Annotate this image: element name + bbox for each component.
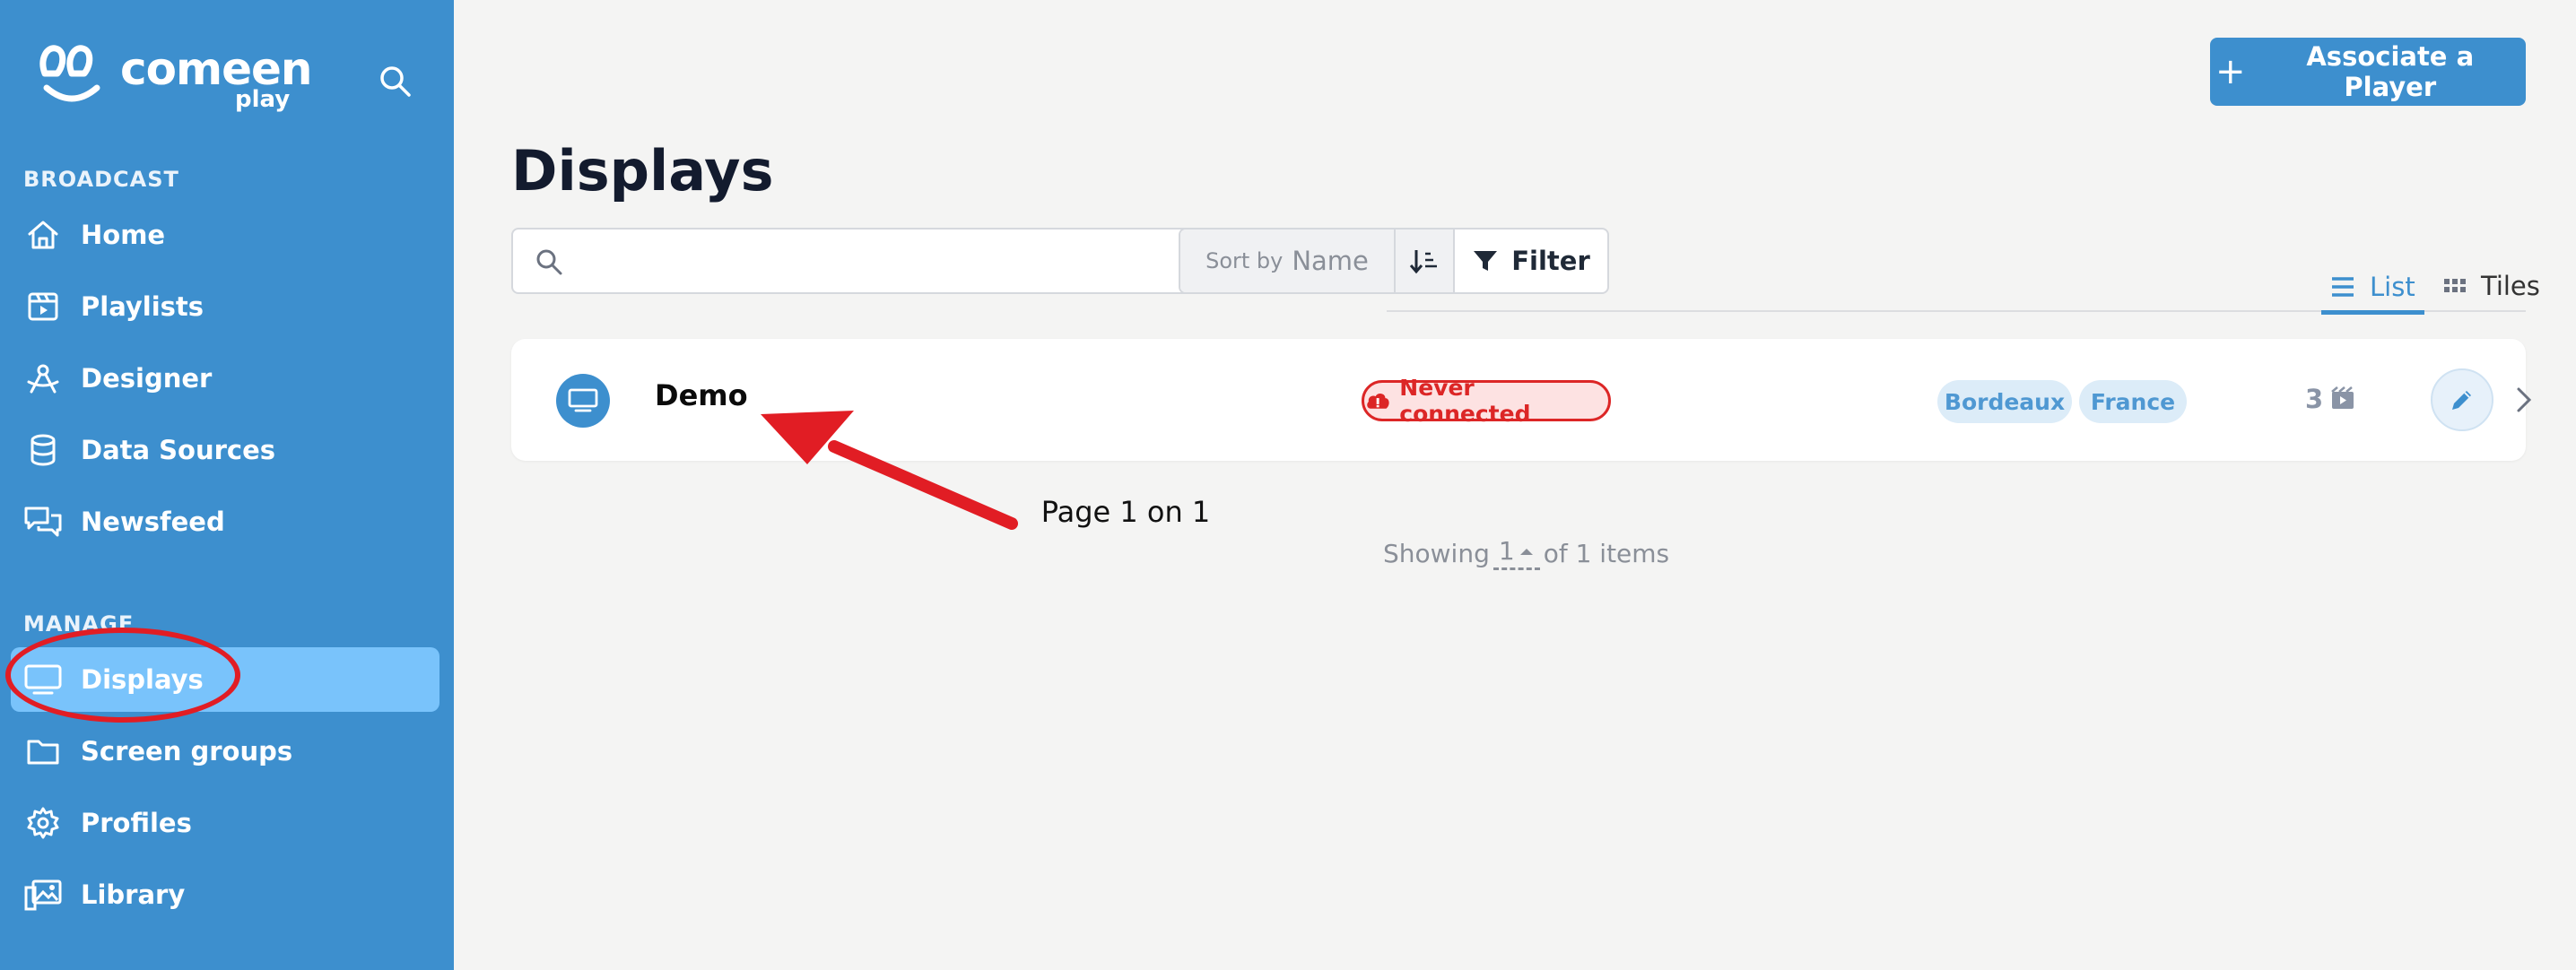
sidebar-item-profiles[interactable]: Profiles — [11, 791, 439, 855]
sidebar-item-label: Profiles — [81, 808, 192, 838]
sidebar-search-button[interactable] — [377, 63, 414, 100]
section-label-broadcast: BROADCAST — [23, 167, 179, 192]
sidebar-item-library[interactable]: Library — [11, 862, 439, 927]
folder-icon — [27, 740, 59, 765]
sidebar-item-label: Newsfeed — [81, 507, 225, 537]
sidebar-item-label: Designer — [81, 363, 213, 394]
search-field[interactable] — [511, 228, 1207, 294]
grid-icon — [2444, 279, 2466, 292]
search-input[interactable] — [576, 238, 1189, 285]
list-icon — [2332, 277, 2354, 297]
sort-prefix: Sort by — [1205, 248, 1284, 273]
database-icon — [30, 434, 56, 466]
page-size-select[interactable]: 1 — [1493, 536, 1540, 570]
monitor-icon — [24, 664, 62, 695]
status-label: Never connected — [1399, 375, 1531, 427]
tag-france: France — [2079, 380, 2187, 423]
sidebar-item-playlists[interactable]: Playlists — [11, 274, 439, 339]
associate-player-label: Associate a Player — [2306, 41, 2475, 102]
sort-value: Name — [1292, 246, 1369, 276]
pager-summary: Showing 1 of 1 items — [1383, 536, 1669, 570]
pager-title: Page 1 on 1 — [454, 495, 2576, 529]
gear-icon — [27, 807, 59, 839]
sidebar-item-screen-groups[interactable]: Screen groups — [11, 719, 439, 784]
status-badge: Never connected — [1362, 375, 1611, 427]
section-label-manage: MANAGE — [23, 611, 135, 637]
sidebar-item-label: Data Sources — [81, 435, 276, 465]
tab-tiles-label: Tiles — [2481, 271, 2540, 301]
images-icon — [24, 879, 62, 911]
sidebar: comeen play BROADCAST Home Playlists Des… — [0, 0, 454, 970]
pencil-icon — [2452, 391, 2471, 410]
playlist-icon — [28, 292, 58, 321]
tab-list[interactable]: List — [2321, 264, 2424, 315]
table-row[interactable]: Demo Never connected Bordeaux France 3 — [511, 339, 2532, 461]
playlist-count: 3 — [2305, 384, 2357, 414]
tab-list-label: List — [2370, 272, 2415, 302]
designer-icon — [27, 364, 59, 394]
playlist-count-value: 3 — [2305, 384, 2324, 414]
search-icon — [380, 66, 411, 97]
sidebar-item-designer[interactable]: Designer — [11, 346, 439, 411]
sidebar-item-label: Library — [81, 879, 186, 910]
pager-showing-suffix: of 1 items — [1543, 538, 1670, 568]
comeen-logo-icon — [39, 45, 100, 102]
sidebar-item-newsfeed[interactable]: Newsfeed — [11, 489, 439, 554]
monitor-icon — [556, 374, 610, 428]
cloud-alert-icon — [1367, 393, 1389, 409]
caret-up-icon — [1519, 548, 1533, 555]
sidebar-item-displays[interactable]: Displays — [11, 647, 439, 712]
sidebar-item-data-sources[interactable]: Data Sources — [11, 418, 439, 482]
pager-showing-prefix: Showing — [1383, 538, 1490, 568]
sidebar-item-label: Screen groups — [81, 736, 293, 766]
edit-button[interactable] — [2431, 368, 2493, 431]
display-name[interactable]: Demo — [655, 378, 748, 412]
tag-bordeaux: Bordeaux — [1937, 380, 2072, 423]
search-icon — [536, 249, 562, 275]
chevron-right-icon[interactable] — [2513, 384, 2535, 416]
main-content: + Associate a Player Displays Sort by Na… — [454, 0, 2576, 970]
page-size-value: 1 — [1498, 536, 1515, 566]
sidebar-item-home[interactable]: Home — [11, 203, 439, 267]
playlist-icon — [2331, 386, 2354, 409]
chat-icon — [24, 507, 62, 537]
plus-icon: + — [2215, 51, 2246, 92]
pager-title-text: Page 1 on 1 — [1040, 495, 1211, 529]
brand-sub: play — [235, 86, 291, 113]
sort-select[interactable]: Sort by Name — [1180, 230, 1396, 292]
sidebar-item-label: Playlists — [81, 291, 205, 322]
tab-tiles[interactable]: Tiles — [2443, 264, 2540, 308]
sidebar-item-label: Home — [81, 220, 166, 250]
home-icon — [28, 221, 58, 249]
brand-logo[interactable]: comeen play — [38, 41, 313, 113]
sidebar-item-label: Displays — [81, 664, 204, 695]
view-tabs: List Tiles — [1387, 251, 2540, 315]
page-title: Displays — [511, 138, 774, 204]
associate-player-button[interactable]: + Associate a Player — [2210, 38, 2526, 106]
